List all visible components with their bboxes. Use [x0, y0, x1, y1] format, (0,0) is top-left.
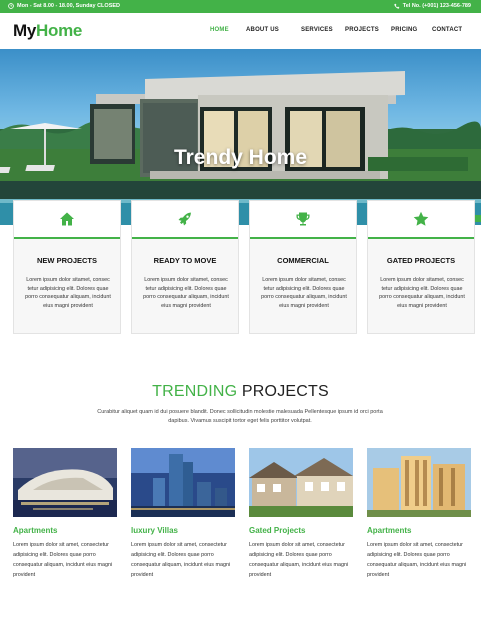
project-image-apartments[interactable] — [13, 448, 117, 517]
card-text: Lorem ipsum dolor sitamet, consec tetur … — [25, 277, 111, 309]
project-description: Lorem ipsum dolor sit amet, consectetur … — [13, 542, 113, 578]
project-photo — [13, 448, 117, 517]
hero-banner: Trendy Home — [0, 49, 481, 225]
project-title[interactable]: Apartments — [13, 526, 57, 535]
card-text: Lorem ipsum dolor sitamet, consec tetur … — [143, 277, 229, 309]
project-image-luxury-villas[interactable] — [131, 448, 235, 517]
feature-card-ready-to-move[interactable]: READY TO MOVE Lorem ipsum dolor sitamet,… — [131, 200, 239, 334]
project-photo — [131, 448, 235, 517]
hero-title: Trendy Home — [173, 146, 308, 169]
trending-section-title: TRENDING PROJECTS — [0, 383, 481, 401]
nav-home[interactable]: HOME — [210, 27, 229, 33]
project-title[interactable]: Gated Projects — [249, 526, 305, 535]
project-description: Lorem ipsum dolor sit amet, consectetur … — [367, 542, 467, 578]
title-highlight: TRENDING — [152, 383, 238, 400]
card-icon-header — [132, 201, 238, 239]
logo-my: My — [13, 21, 37, 40]
nav-about-us[interactable]: ABOUT US — [246, 27, 279, 33]
card-text: Lorem ipsum dolor sitamet, consec tetur … — [379, 277, 465, 309]
business-hours: Mon - Sat 8.00 - 18.00, Sunday CLOSED — [8, 3, 120, 9]
trophy-icon — [296, 212, 310, 226]
clock-icon — [8, 3, 14, 9]
top-info-bar: Mon - Sat 8.00 - 18.00, Sunday CLOSED Te… — [0, 0, 481, 13]
hero-house-image — [0, 71, 481, 225]
phone-info: Tel No. (+001) 123-456-789 — [394, 3, 471, 9]
feature-card-new-projects[interactable]: NEW PROJECTS Lorem ipsum dolor sitamet, … — [13, 200, 121, 334]
card-icon-header — [368, 201, 474, 239]
project-description: Lorem ipsum dolor sit amet, consectetur … — [249, 542, 349, 578]
phone-icon — [394, 3, 400, 9]
trending-section-subtitle: Curabitur aliquet quam id dui posuere bl… — [97, 409, 383, 424]
card-icon-header — [250, 201, 356, 239]
feature-card-commercial[interactable]: COMMERCIAL Lorem ipsum dolor sitamet, co… — [249, 200, 357, 334]
project-title[interactable]: Apartments — [367, 526, 411, 535]
site-logo[interactable]: MyHome — [13, 21, 82, 41]
business-hours-text: Mon - Sat 8.00 - 18.00, Sunday CLOSED — [17, 3, 120, 9]
project-title[interactable]: luxury Villas — [131, 526, 178, 535]
card-icon-header — [14, 201, 120, 239]
nav-services[interactable]: SERVICES — [301, 27, 333, 33]
logo-home: Home — [36, 21, 83, 40]
star-icon — [413, 211, 429, 226]
nav-contact[interactable]: CONTACT — [432, 27, 462, 33]
nav-pricing[interactable]: PRICING — [391, 27, 417, 33]
card-title: COMMERCIAL — [277, 256, 329, 265]
project-image-apartments-2[interactable] — [367, 448, 471, 517]
nav-projects[interactable]: PROJECTS — [345, 27, 379, 33]
phone-text: Tel No. (+001) 123-456-789 — [402, 3, 471, 9]
rocket-icon — [178, 212, 192, 226]
title-rest: PROJECTS — [241, 383, 329, 400]
project-photo — [367, 448, 471, 517]
site-header: MyHome HOME ABOUT US SERVICES PROJECTS P… — [0, 13, 481, 49]
card-title: GATED PROJECTS — [386, 256, 456, 265]
card-title: NEW PROJECTS — [36, 256, 97, 265]
feature-card-gated-projects[interactable]: GATED PROJECTS Lorem ipsum dolor sitamet… — [367, 200, 475, 334]
card-text: Lorem ipsum dolor sitamet, consec tetur … — [261, 277, 347, 309]
slider-next-indicator[interactable] — [474, 215, 481, 222]
project-image-gated-projects[interactable] — [249, 448, 353, 517]
project-description: Lorem ipsum dolor sit amet, consectetur … — [131, 542, 231, 578]
card-title: READY TO MOVE — [153, 256, 217, 265]
home-icon — [60, 212, 74, 226]
project-photo — [249, 448, 353, 517]
